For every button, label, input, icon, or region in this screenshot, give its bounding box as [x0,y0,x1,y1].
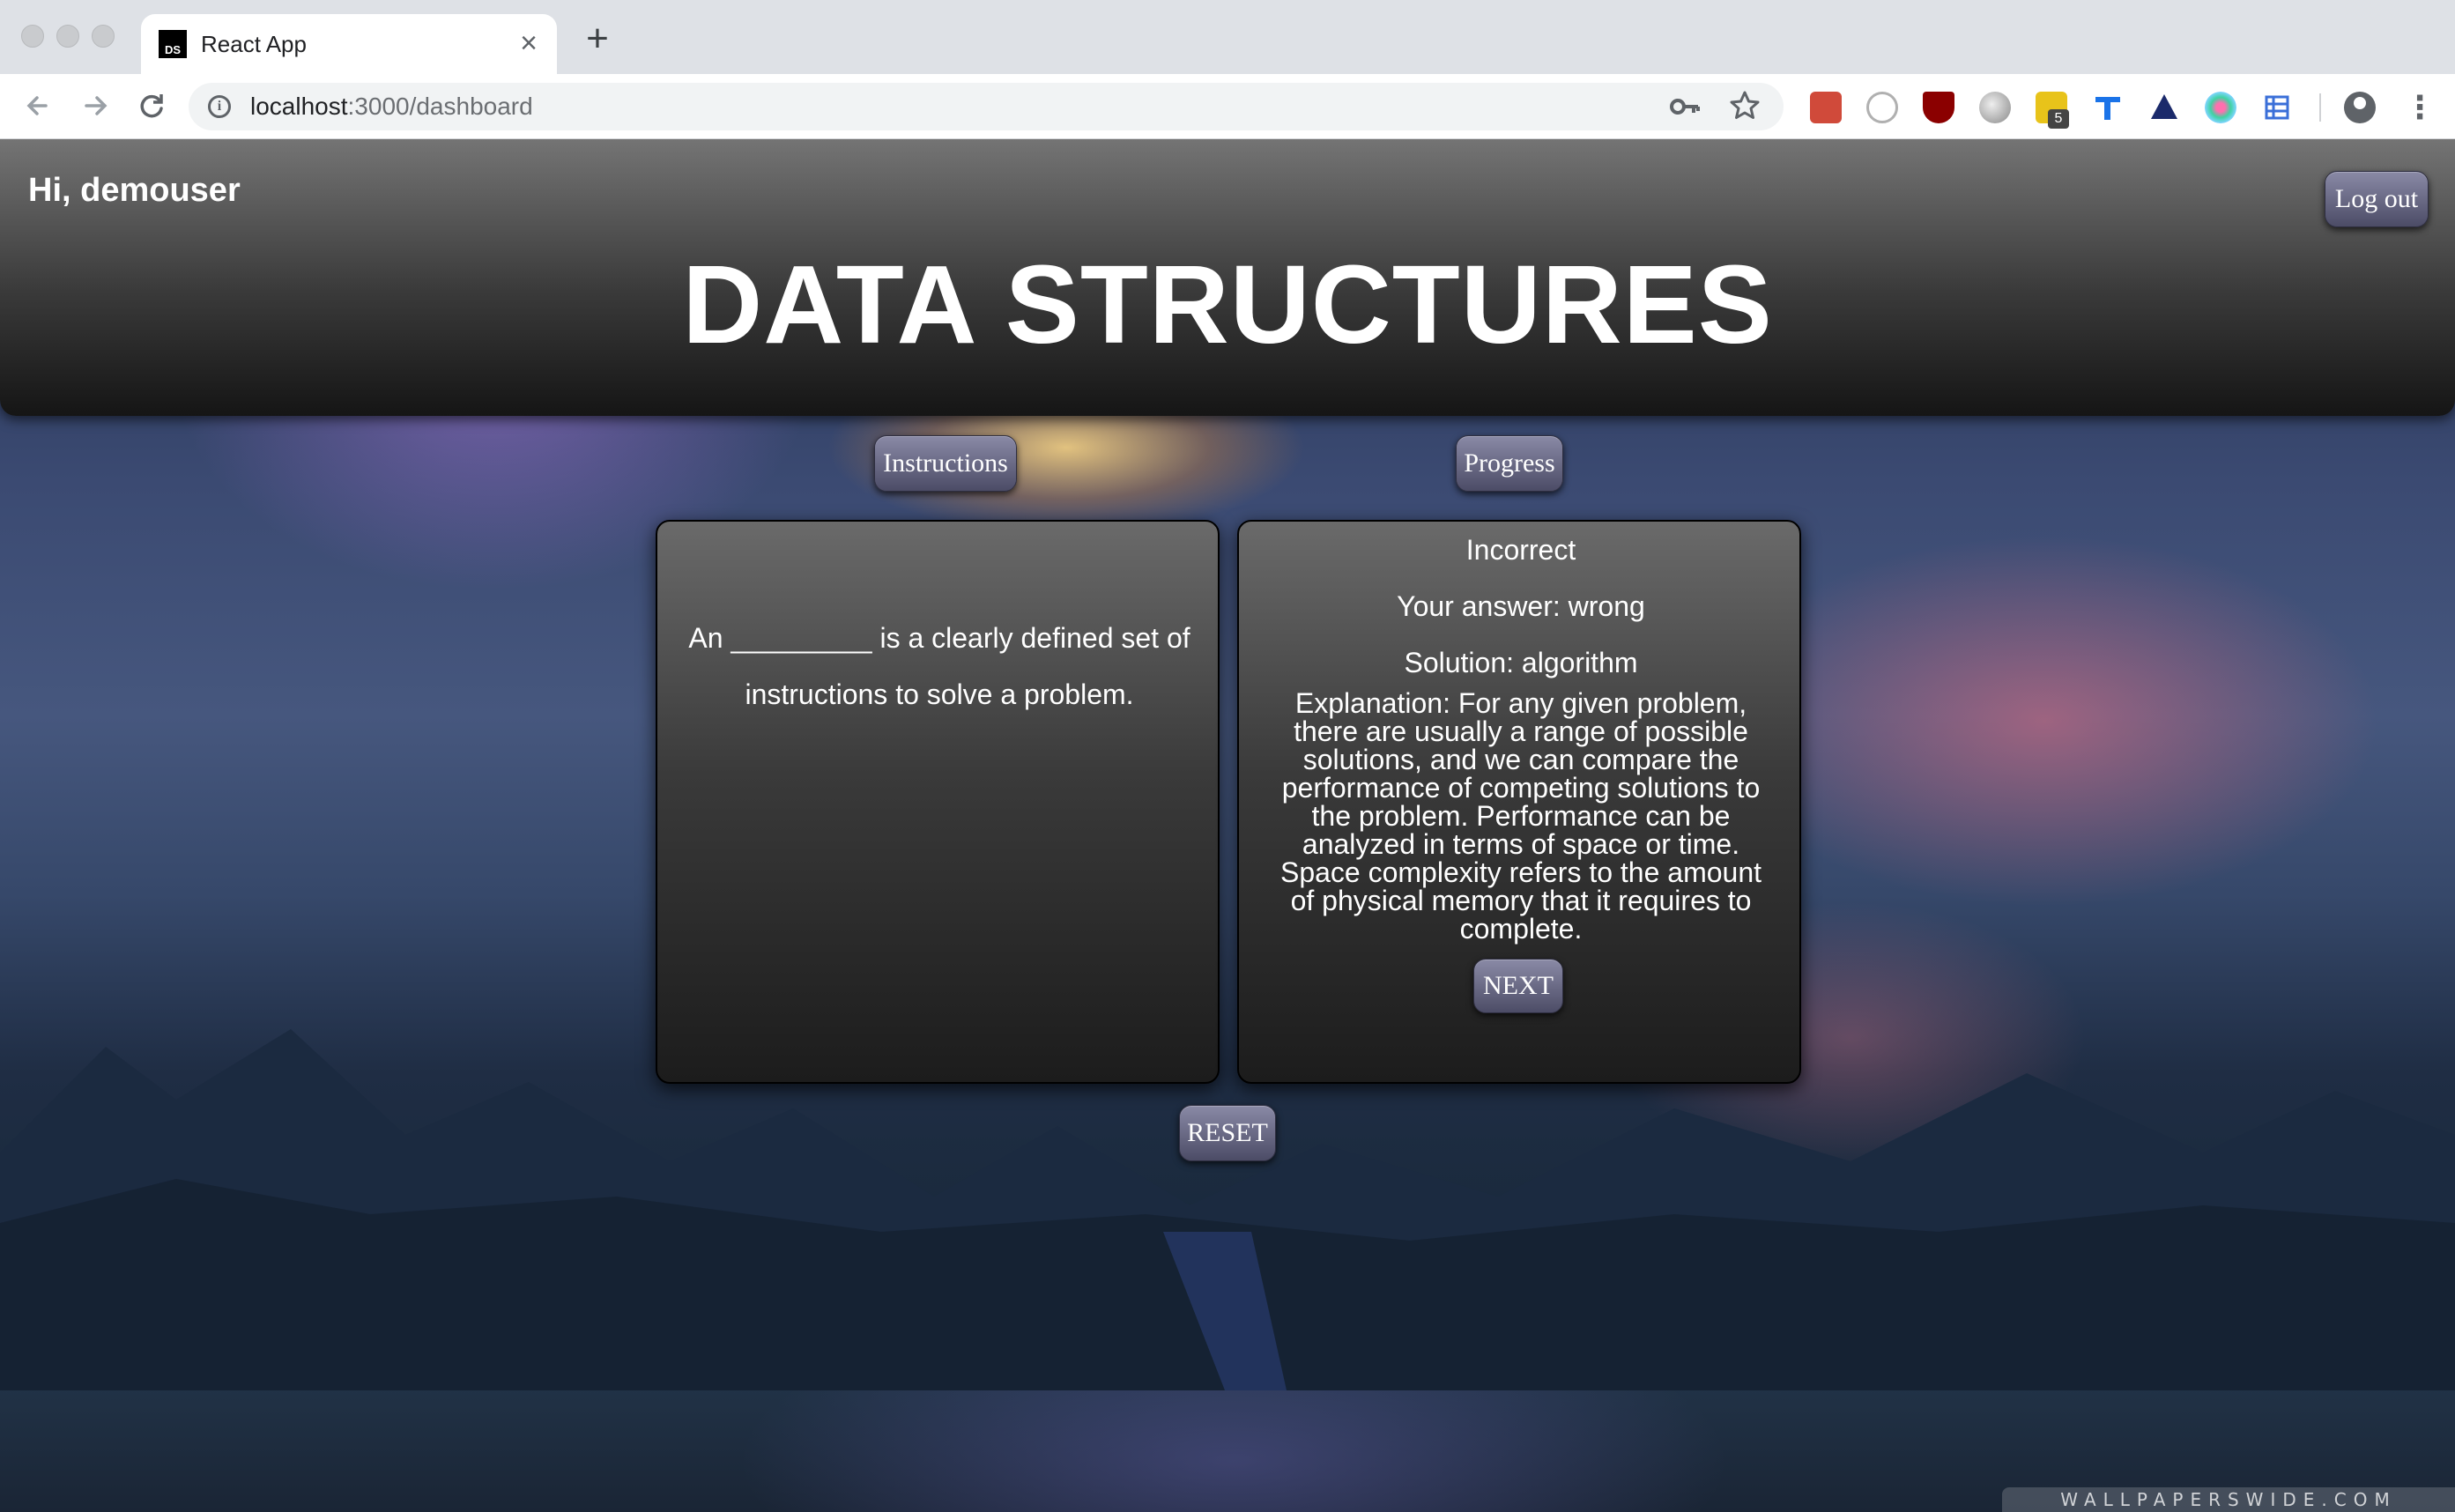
tab-close-icon[interactable]: × [513,28,545,60]
url-path: :3000/dashboard [347,93,533,120]
reset-button[interactable]: RESET [1179,1105,1276,1161]
wallpaper-watermark: WALLPAPERSWIDE.COM [2002,1487,2455,1512]
question-text: An _________ is a clearly defined set of… [688,622,1190,710]
page-title: DATA STRUCTURES [682,242,1773,367]
toolbar-divider [2319,93,2321,122]
address-bar[interactable]: i localhost:3000/dashboard [189,83,1784,130]
progress-button[interactable]: Progress [1456,435,1563,492]
logout-button[interactable]: Log out [2325,171,2429,227]
extension-1-icon[interactable] [1810,92,1842,123]
key-icon[interactable] [1669,92,1701,127]
browser-tab[interactable]: DS React App × [141,14,557,74]
extension-badge: 5 [2048,109,2069,129]
back-arrow-icon[interactable] [19,86,58,125]
ublock-icon[interactable] [1923,92,1954,123]
extension-t-icon[interactable] [2092,92,2124,123]
forward-arrow-icon[interactable] [76,86,115,125]
app-header: Hi, demouser DATA STRUCTURES Log out [0,139,2455,416]
solution-text: Solution: algorithm [1404,647,1638,678]
react-app-favicon-icon: DS [159,30,187,58]
star-icon[interactable] [1727,88,1762,130]
question-card[interactable]: An _________ is a clearly defined set of… [656,520,1220,1084]
explanation-text: Explanation: For any given problem, ther… [1279,687,1762,945]
extension-4-icon[interactable] [1979,92,2011,123]
user-greeting: Hi, demouser [28,172,241,209]
url-host: localhost [250,93,348,120]
your-answer: Your answer: wrong [1397,590,1645,622]
reload-icon[interactable] [132,86,171,125]
browser-toolbar: i localhost:3000/dashboard 5 ⋮ [0,74,2455,139]
extension-grid-icon[interactable] [2261,92,2293,123]
mountain-background [0,1029,2455,1390]
extension-triangle-icon[interactable] [2148,92,2180,123]
info-icon[interactable]: i [208,95,231,118]
kebab-menu-icon[interactable]: ⋮ [2404,90,2436,125]
url-text[interactable]: localhost:3000/dashboard [250,93,533,121]
close-window-icon[interactable] [21,25,44,48]
page-viewport: Hi, demouser DATA STRUCTURES Log out Ins… [0,139,2455,1512]
extension-2-icon[interactable] [1866,92,1898,123]
browser-tab-strip: DS React App × + [0,0,2455,74]
instructions-button[interactable]: Instructions [874,435,1017,492]
tab-title: React App [201,31,307,57]
extension-colorful-icon[interactable] [2205,92,2236,123]
next-button[interactable]: NEXT [1473,959,1563,1013]
minimize-window-icon[interactable] [56,25,79,48]
account-icon[interactable] [2344,92,2376,123]
new-tab-icon[interactable]: + [578,19,617,60]
result-status: Incorrect [1465,534,1576,566]
maximize-window-icon[interactable] [92,25,115,48]
